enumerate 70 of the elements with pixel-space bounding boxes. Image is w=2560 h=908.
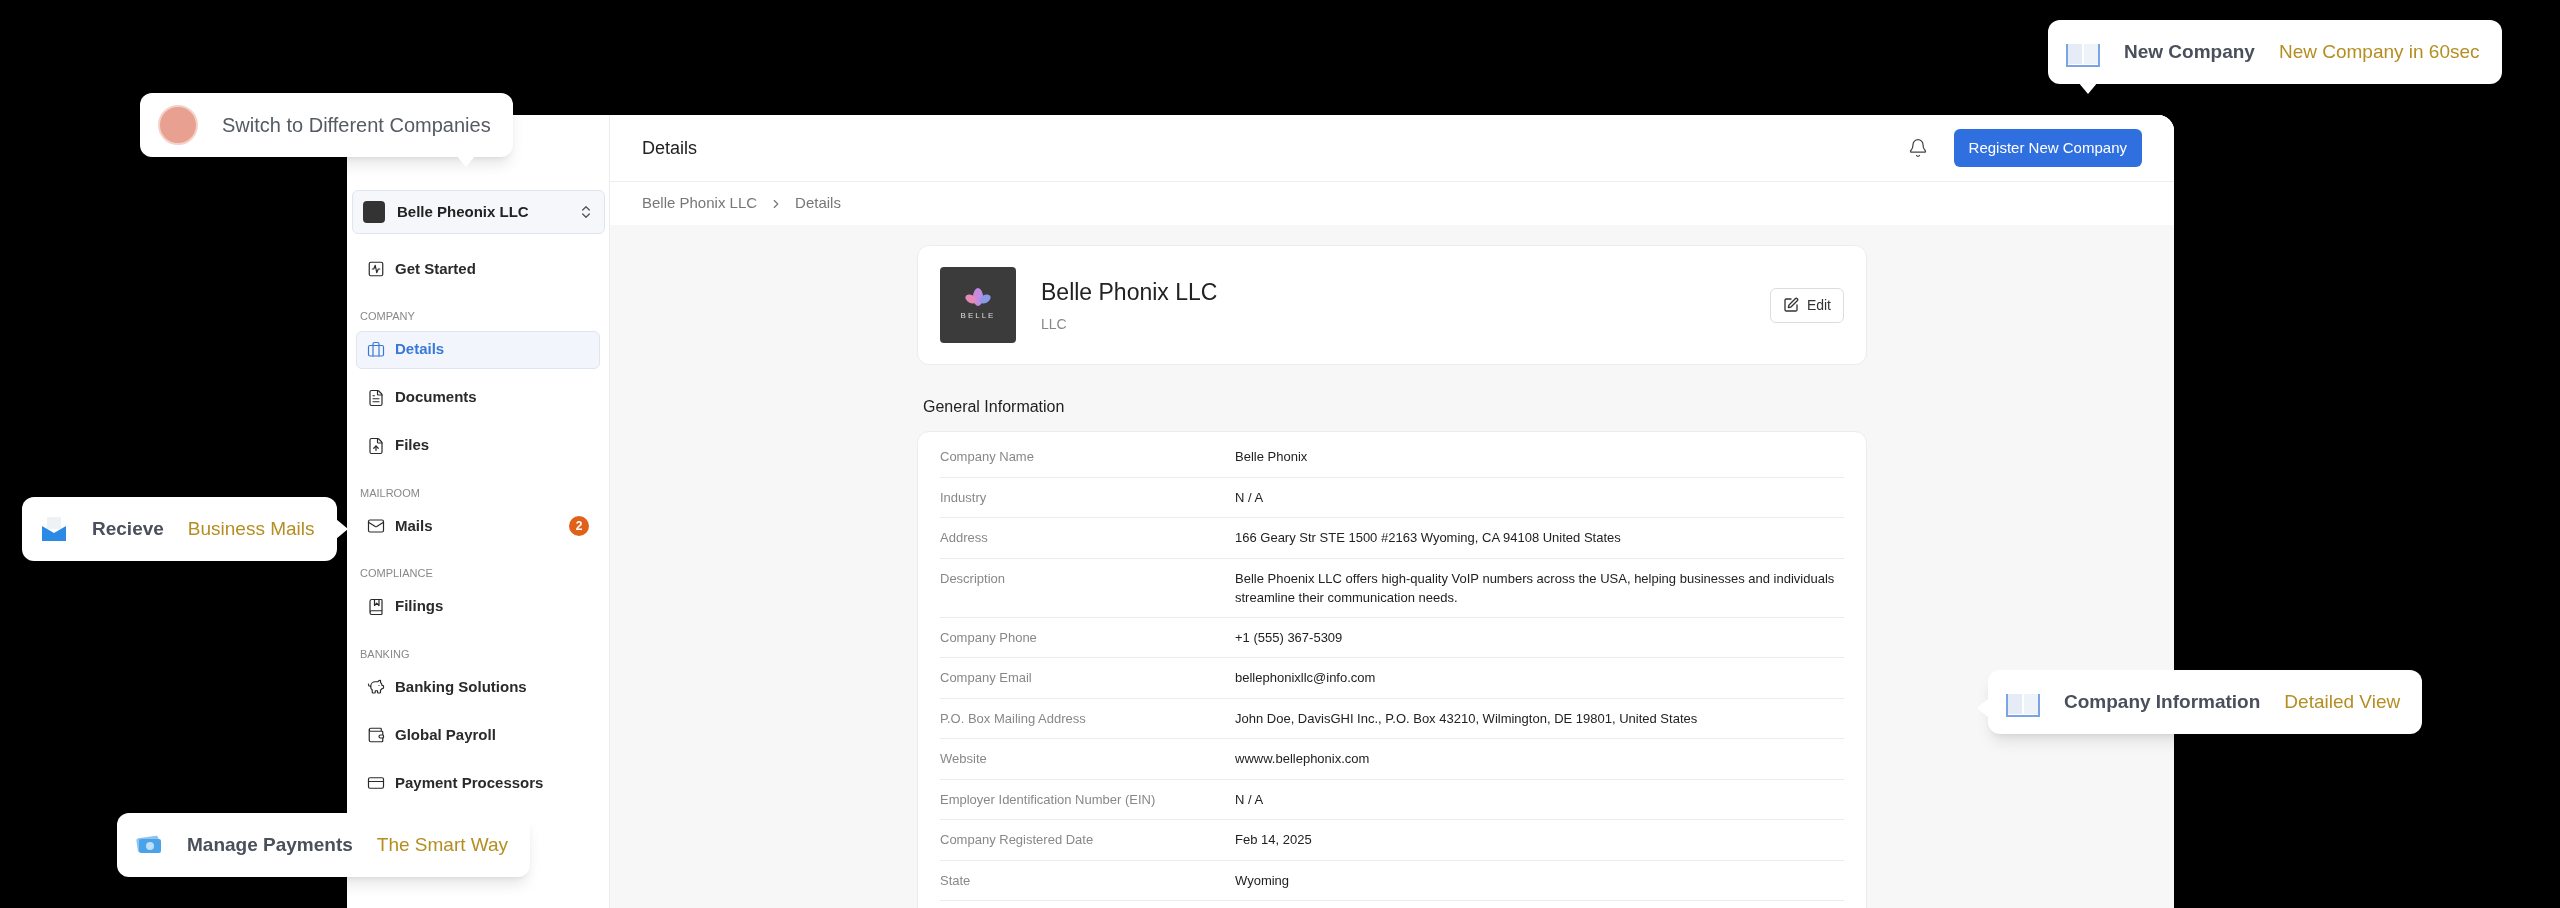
- card-icon: [367, 774, 385, 792]
- field-value: Belle Phonix: [1235, 448, 1309, 466]
- count-badge: 2: [569, 516, 589, 536]
- callout-title: New Company: [2124, 39, 2255, 64]
- edit-icon: [1782, 297, 1799, 313]
- register-company-button[interactable]: Register New Company: [1953, 129, 2142, 167]
- field-value: 166 Geary Str STE 1500 #2163 Wyoming, CA 94108 United States: [1235, 529, 1622, 547]
- avatar-photo-placeholder: [158, 105, 198, 145]
- field-label: Website: [940, 750, 988, 768]
- company-name: Belle Phonix LLC: [1041, 278, 1219, 308]
- breadcrumb-link[interactable]: Belle Phonix LLC: [642, 192, 758, 215]
- field-value: N / A: [1235, 488, 1265, 507]
- logo-text: BELLE: [960, 310, 996, 322]
- sidebar-item[interactable]: Documents: [356, 378, 600, 417]
- field-label: Company Registered Date: [940, 831, 1095, 849]
- callout-title: Recieve: [92, 516, 164, 541]
- callout-subtitle: New Company in 60sec: [2278, 39, 2480, 64]
- mail-icon: [367, 517, 385, 535]
- section-label: BANKING: [359, 646, 411, 662]
- field-value: wwww.bellephonix.com: [1235, 750, 1371, 768]
- sidebar-item[interactable]: Files: [356, 426, 600, 465]
- field-label: State: [940, 871, 972, 890]
- sidebar-item[interactable]: Global Payroll: [356, 716, 600, 754]
- section-label: MAILROOM: [359, 485, 421, 501]
- sidebar-item[interactable]: Banking Solutions: [356, 668, 600, 706]
- field-label: Industry: [940, 488, 988, 507]
- callout-subtitle: The Smart Way: [376, 832, 509, 857]
- callout-title: Manage Payments: [187, 832, 353, 857]
- sidebar-item[interactable]: Details: [356, 330, 600, 369]
- bookmark-book-icon: [367, 597, 385, 616]
- sidebar-item[interactable]: Mails 2: [356, 507, 600, 545]
- piggy-bank-icon: [367, 678, 385, 696]
- field-value: Belle Phoenix LLC offers high-quality VoIP numbers across the USA, helping businesses and individuals streamline their communication needs.: [1235, 569, 1836, 607]
- field-label: Company Name: [940, 448, 1035, 466]
- lotus-icon: [964, 288, 992, 306]
- sidebar-item[interactable]: Payment Processors: [356, 764, 600, 802]
- company-switcher[interactable]: Belle Pheonix LLC: [352, 190, 605, 234]
- field-label: P.O. Box Mailing Address: [940, 709, 1087, 728]
- file-icon: [367, 436, 385, 455]
- document-icon: [367, 388, 385, 407]
- briefcase-icon: [367, 340, 385, 359]
- wallet-icon: [367, 726, 385, 744]
- activity-icon: [367, 260, 385, 278]
- section-title: General Information: [922, 397, 1066, 417]
- envelope-icon: [40, 515, 68, 543]
- page-title: Details: [642, 136, 699, 160]
- field-label: Company Email: [940, 669, 1033, 687]
- field-value: +1 (555) 367-5309: [1235, 628, 1344, 647]
- company-type: LLC: [1041, 314, 1068, 334]
- sidebar-item[interactable]: Get Started: [356, 250, 600, 288]
- bell-icon[interactable]: [1907, 138, 1928, 158]
- section-label: COMPLIANCE: [359, 566, 434, 581]
- callout-subtitle: Business Mails: [187, 516, 315, 541]
- breadcrumb-link[interactable]: Details: [795, 192, 841, 215]
- field-value: N / A: [1235, 790, 1265, 809]
- callout-subtitle: Detailed View: [2284, 689, 2401, 714]
- field-value: Wyoming: [1235, 871, 1291, 890]
- company-logo-icon: [363, 201, 385, 223]
- field-label: Description: [940, 569, 1007, 588]
- callout-title: Switch to Different Companies: [222, 113, 491, 138]
- callout-title: Company Information: [2064, 689, 2261, 714]
- field-label: Employer Identification Number (EIN): [940, 790, 1157, 809]
- sidebar-item[interactable]: Filings: [356, 587, 600, 626]
- field-label: Company Phone: [940, 628, 1038, 647]
- field-value: Feb 14, 2025: [1235, 831, 1313, 849]
- field-value: John Doe, DavisGHI Inc., P.O. Box 43210, Wilmington, DE 19801, United States: [1235, 709, 1699, 728]
- section-label: COMPANY: [359, 309, 416, 324]
- field-label: Address: [940, 529, 989, 547]
- field-value: bellephonixllc@info.com: [1235, 669, 1377, 687]
- edit-button[interactable]: Edit: [1769, 287, 1844, 323]
